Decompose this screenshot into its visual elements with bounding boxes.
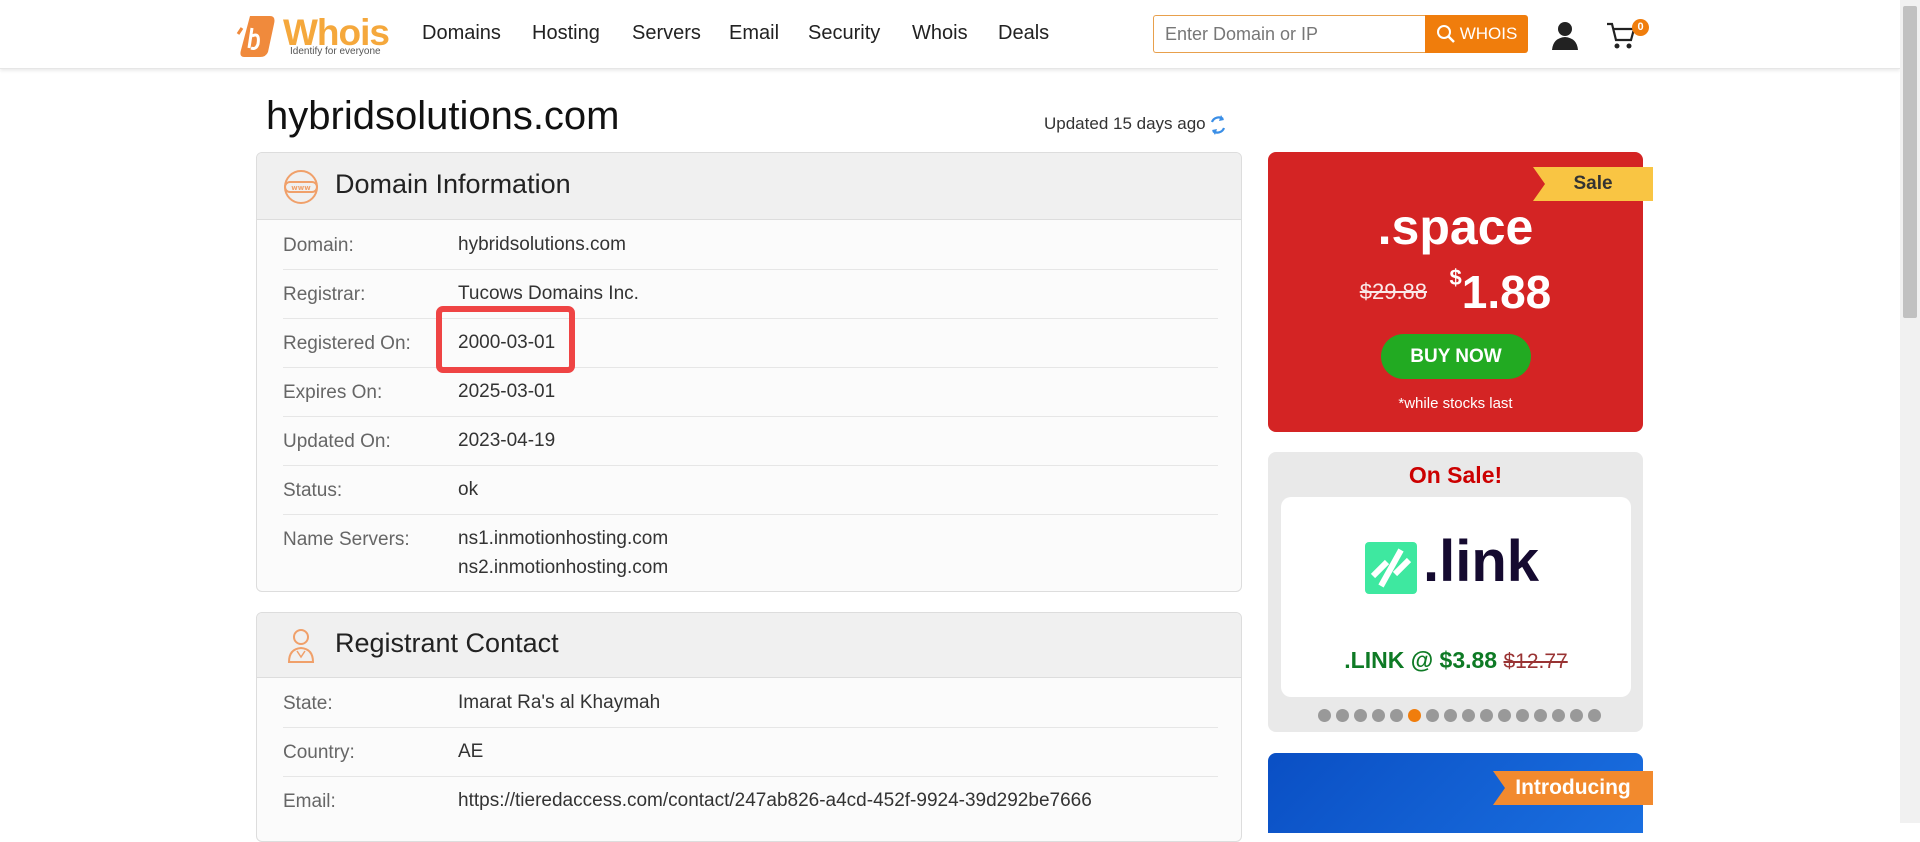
- row-label: Registered On:: [283, 333, 411, 354]
- promo-tld: .space: [1377, 199, 1534, 255]
- buy-now-button[interactable]: BUY NOW: [1381, 334, 1531, 379]
- scrollbar-thumb[interactable]: [1903, 6, 1917, 318]
- nav-servers[interactable]: Servers: [632, 22, 701, 45]
- row-value: Imarat Ra's al Khaymah: [458, 692, 661, 713]
- row-label: Name Servers:: [283, 529, 410, 550]
- link-offer: .LINK @ $3.88: [1344, 647, 1498, 673]
- name-server: ns2.inmotionhosting.com: [458, 557, 669, 578]
- row-label: Status:: [283, 480, 343, 501]
- info-row-updated-on: Updated On: 2023-04-19: [283, 417, 1218, 466]
- search-icon: [1436, 25, 1455, 43]
- contact-row-country: Country: AE: [283, 728, 1218, 777]
- card-heading: Registrant Contact: [335, 628, 559, 658]
- row-label: State:: [283, 693, 333, 714]
- row-value: hybridsolutions.com: [458, 234, 626, 255]
- carousel-dot[interactable]: [1390, 709, 1403, 722]
- svg-text:www: www: [291, 184, 311, 192]
- row-value: AE: [458, 741, 484, 762]
- sale-ribbon: Sale: [1533, 167, 1653, 201]
- space-promo-banner[interactable]: Sale .space $29.88 $1.88 BUY NOW *while …: [1268, 152, 1653, 432]
- row-label: Registrar:: [283, 284, 366, 305]
- carousel-dot[interactable]: [1372, 709, 1385, 722]
- carousel-dot[interactable]: [1570, 709, 1583, 722]
- nav-hosting[interactable]: Hosting: [532, 22, 600, 45]
- introducing-ribbon: Introducing: [1493, 771, 1653, 805]
- row-value: ok: [458, 479, 479, 500]
- info-row-name-servers: Name Servers: ns1.inmotionhosting.com ns2.…: [283, 515, 1218, 591]
- registrant-contact-card: Registrant Contact State: Imarat Ra's al …: [256, 612, 1242, 842]
- info-row-status: Status: ok: [283, 466, 1218, 515]
- carousel-dot[interactable]: [1588, 709, 1601, 722]
- carousel-dots: [1318, 709, 1601, 722]
- refresh-icon[interactable]: [1208, 114, 1228, 136]
- user-icon[interactable]: [1551, 20, 1579, 50]
- info-row-registrar: Registrar: Tucows Domains Inc.: [283, 270, 1218, 319]
- card-heading: Domain Information: [335, 169, 571, 199]
- carousel-dot[interactable]: [1552, 709, 1565, 722]
- nav-security[interactable]: Security: [808, 22, 880, 45]
- updated-text: Updated 15 days ago: [1044, 114, 1206, 133]
- info-row-registered-on: Registered On: 2000-03-01: [283, 319, 1218, 368]
- logo-icon[interactable]: [236, 14, 282, 58]
- link-logo-icon: [1365, 542, 1417, 594]
- contact-row-state: State: Imarat Ra's al Khaymah: [283, 679, 1218, 728]
- logo-tagline: Identify for everyone: [290, 46, 381, 57]
- introducing-promo-banner[interactable]: Introducing: [1268, 753, 1653, 833]
- carousel-dot[interactable]: [1408, 709, 1421, 722]
- price-currency: $: [1449, 265, 1462, 290]
- link-old-price: $12.77: [1503, 650, 1568, 673]
- carousel-dot[interactable]: [1480, 709, 1493, 722]
- carousel-dot[interactable]: [1462, 709, 1475, 722]
- on-sale-carousel[interactable]: On Sale! .link .LINK @ $3.88 $12.77: [1268, 452, 1643, 732]
- person-icon: [287, 629, 315, 663]
- on-sale-heading: On Sale!: [1408, 462, 1503, 488]
- row-label: Email:: [283, 791, 336, 812]
- info-row-domain: Domain: hybridsolutions.com: [283, 221, 1218, 270]
- carousel-dot[interactable]: [1444, 709, 1457, 722]
- domain-information-card: www Domain Information Domain: hybridsolu…: [256, 152, 1242, 592]
- link-logo-text: .link: [1423, 529, 1540, 594]
- carousel-dot[interactable]: [1498, 709, 1511, 722]
- row-label: Expires On:: [283, 382, 383, 403]
- carousel-dot[interactable]: [1318, 709, 1331, 722]
- row-value: 2025-03-01: [458, 381, 556, 402]
- search-input[interactable]: [1153, 15, 1425, 53]
- nav-deals[interactable]: Deals: [998, 22, 1049, 45]
- row-label: Updated On:: [283, 431, 391, 452]
- nav-whois[interactable]: Whois: [912, 22, 968, 45]
- carousel-dot[interactable]: [1534, 709, 1547, 722]
- name-server-list: ns1.inmotionhosting.com ns2.inmotionhosti…: [458, 524, 668, 582]
- carousel-dot[interactable]: [1354, 709, 1367, 722]
- info-row-expires-on: Expires On: 2025-03-01: [283, 368, 1218, 417]
- site-header: Whois Identify for everyone Domains Host…: [0, 0, 1900, 69]
- row-value[interactable]: https://tieredaccess.com/contact/247ab82…: [458, 786, 1092, 815]
- scrollbar[interactable]: [1900, 0, 1920, 823]
- carousel-dot[interactable]: [1426, 709, 1439, 722]
- old-price: $29.88: [1359, 279, 1428, 304]
- row-label: Domain:: [283, 235, 354, 256]
- row-label: Country:: [283, 742, 355, 763]
- nav-domains[interactable]: Domains: [422, 22, 501, 45]
- carousel-dot[interactable]: [1516, 709, 1529, 722]
- contact-row-email: Email: https://tieredaccess.com/contact/2…: [283, 777, 1218, 826]
- page-title: hybridsolutions.com: [266, 94, 620, 138]
- whois-search-button[interactable]: WHOIS: [1425, 15, 1528, 53]
- new-price: 1.88: [1461, 266, 1552, 318]
- www-globe-icon: www: [284, 170, 318, 204]
- link-promo-slide[interactable]: .link .LINK @ $3.88 $12.77: [1281, 497, 1631, 697]
- whois-button-label: WHOIS: [1459, 24, 1518, 43]
- carousel-dot[interactable]: [1336, 709, 1349, 722]
- cart-count-badge: 0: [1632, 19, 1649, 36]
- highlight-box: [436, 306, 575, 373]
- row-value: Tucows Domains Inc.: [458, 283, 639, 304]
- row-value: 2023-04-19: [458, 430, 556, 451]
- stock-note: *while stocks last: [1398, 395, 1513, 412]
- name-server: ns1.inmotionhosting.com: [458, 528, 669, 549]
- nav-email[interactable]: Email: [729, 22, 779, 45]
